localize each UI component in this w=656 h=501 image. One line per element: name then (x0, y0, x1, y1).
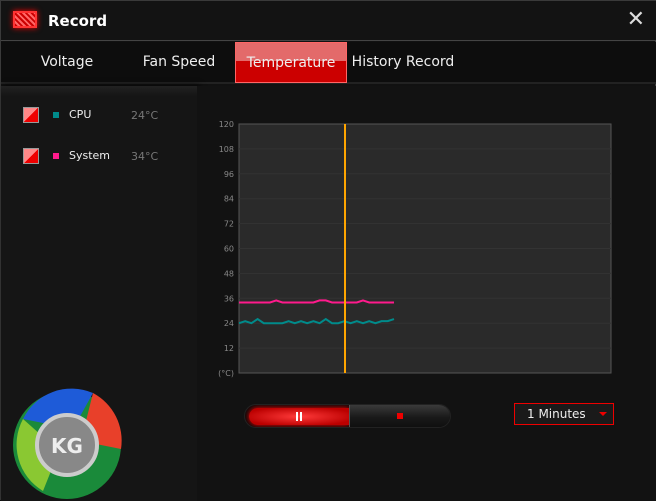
chevron-down-icon (599, 412, 607, 416)
y-tick-label: 24 (224, 319, 234, 328)
kg-logo: KG (13, 388, 122, 499)
playback-control (244, 404, 451, 428)
pause-button[interactable] (249, 408, 349, 425)
interval-value: 1 Minutes (527, 407, 586, 421)
pause-icon (296, 412, 298, 421)
y-tick-label: 96 (224, 170, 234, 179)
stop-icon (397, 413, 403, 419)
y-tick-label: 84 (224, 195, 234, 204)
y-tick-label: 48 (224, 269, 234, 278)
y-tick-label: 36 (224, 294, 234, 303)
y-tick-label: 108 (219, 145, 234, 154)
y-tick-label: 12 (224, 344, 234, 353)
logo-text: KG (51, 434, 83, 458)
y-tick-label: 60 (224, 245, 234, 254)
y-tick-label: 72 (224, 220, 234, 229)
y-tick-label: 120 (219, 120, 234, 129)
stop-button[interactable] (349, 405, 450, 427)
interval-dropdown[interactable]: 1 Minutes (514, 403, 614, 425)
y-axis-label: (°C) (218, 369, 234, 378)
